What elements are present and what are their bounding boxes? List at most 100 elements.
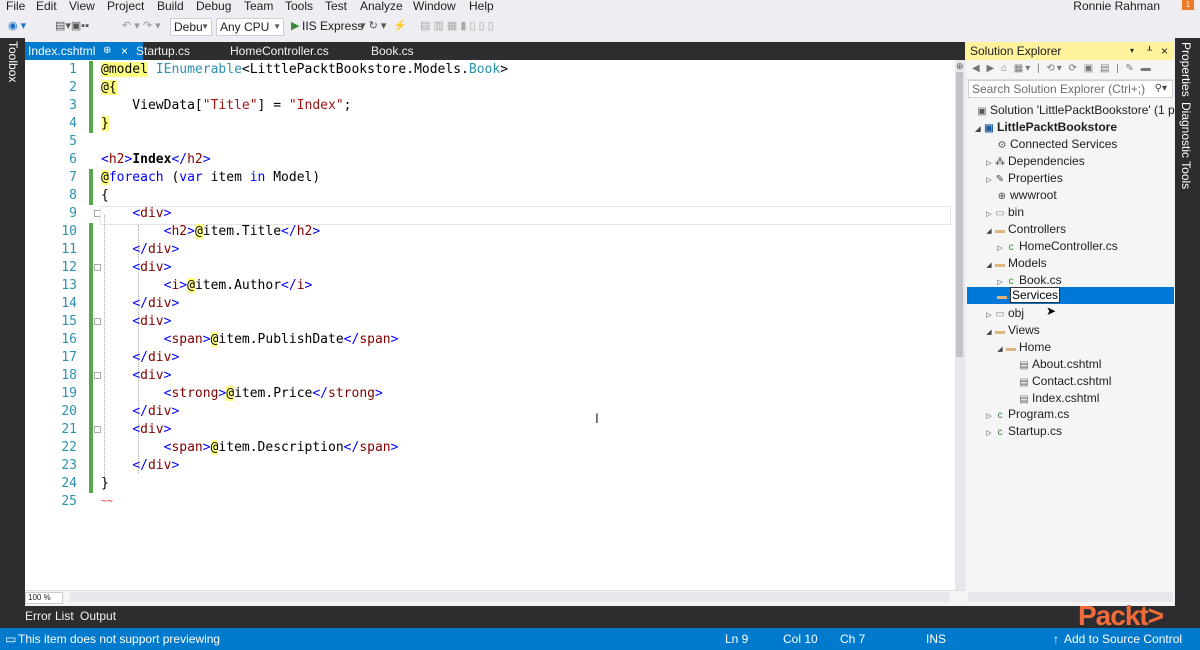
search-icon[interactable]: ⚲▾ <box>1155 81 1167 97</box>
wrench-icon: ✎ <box>995 174 1005 185</box>
node-label: Startup.cs <box>1008 424 1063 438</box>
tree-wwwroot[interactable]: ⊕ wwwroot <box>996 187 1057 204</box>
tree-properties[interactable]: ▷ ✎ Properties <box>984 170 1062 189</box>
menu-tools[interactable]: Tools <box>285 0 313 13</box>
tab-startup-cs[interactable]: Startup.cs <box>133 42 193 60</box>
tree-models[interactable]: ◢ ▬ Models <box>984 255 1046 274</box>
code-line: @model IEnumerable<LittlePacktBookstore.… <box>101 62 509 77</box>
tree-startup-cs[interactable]: ▷ c Startup.cs <box>984 423 1062 440</box>
menu-debug[interactable]: Debug <box>196 0 231 13</box>
code-line: <div> <box>132 206 172 221</box>
pin-icon[interactable]: ⊕ <box>103 42 111 60</box>
user-name[interactable]: Ronnie Rahman <box>1073 0 1160 13</box>
split-icon[interactable]: ⊕ <box>956 61 964 72</box>
line-number: 20 <box>61 404 77 419</box>
tree-obj[interactable]: ▷ ▭ obj <box>984 305 1024 322</box>
expanded-arrow-icon[interactable]: ◢ <box>973 121 983 138</box>
browser-link-icon[interactable]: ⚡ <box>393 20 407 33</box>
code-line: </div> <box>132 296 180 311</box>
properties-tab[interactable]: Properties <box>1179 42 1193 97</box>
solution-search-input[interactable]: Search Solution Explorer (Ctrl+;) ⚲▾ <box>968 80 1173 98</box>
expanded-arrow-icon[interactable]: ◢ <box>995 341 1005 358</box>
expanded-arrow-icon[interactable]: ◢ <box>984 223 994 240</box>
tree-homecontroller[interactable]: ▷ c HomeController.cs <box>995 238 1117 255</box>
zoom-select[interactable]: 100 % <box>25 592 63 604</box>
code-editor[interactable]: 1 2 3 4 5 6 7 8 9 10 11 12 13 14 15 16 17 18 19 20 21 22 23 24 2… <box>25 60 965 590</box>
configuration-select[interactable]: Debu ▼ <box>170 18 212 36</box>
tab-homecontroller-cs[interactable]: HomeController.cs <box>227 42 332 60</box>
tree-services[interactable]: ▬ Services <box>996 287 1061 304</box>
menu-help[interactable]: Help <box>469 0 494 13</box>
format-icons[interactable]: ▤ ▥ ▦ ▮ ▯ ▯ ▯ <box>420 20 494 33</box>
menu-window[interactable]: Window <box>413 0 456 13</box>
tree-contact-cshtml[interactable]: ▤ Contact.cshtml <box>1018 373 1111 390</box>
menu-project[interactable]: Project <box>107 0 144 13</box>
line-number: 17 <box>61 350 77 365</box>
tree-views[interactable]: ◢ ▬ Views <box>984 322 1040 339</box>
platform-value: Any CPU <box>220 20 270 34</box>
line-number: 13 <box>61 278 77 293</box>
node-label: Book.cs <box>1019 273 1062 287</box>
tree-connected-services[interactable]: ⚙ Connected Services <box>996 136 1118 153</box>
notification-badge[interactable]: 1 <box>1182 0 1194 10</box>
pin-icon[interactable]: ᚆ <box>1147 42 1152 60</box>
line-number: 24 <box>61 476 77 491</box>
refresh-icon[interactable]: ▾ ↻ ▾ <box>360 20 386 33</box>
code-line: <span>@item.Description</span> <box>163 440 399 455</box>
tree-project[interactable]: ◢ ▣ LittlePacktBookstore <box>973 119 1117 136</box>
menu-view[interactable]: View <box>69 0 95 13</box>
toolbox-tab[interactable]: Toolbox <box>4 41 20 101</box>
change-marker <box>89 349 93 367</box>
run-button[interactable]: IIS Express <box>302 20 363 33</box>
csharp-file-icon: c <box>997 410 1003 421</box>
tree-solution[interactable]: ▣ Solution 'LittlePacktBookstore' (1 pr <box>976 102 1178 119</box>
fold-toggle-icon[interactable] <box>94 318 101 325</box>
rename-input[interactable]: Services <box>1010 287 1061 303</box>
menu-file[interactable]: File <box>6 0 25 13</box>
chevron-down-icon[interactable]: ▾ <box>1130 42 1134 60</box>
tree-index-cshtml[interactable]: ▤ Index.cshtml <box>1018 390 1099 407</box>
fold-toggle-icon[interactable] <box>94 264 101 271</box>
line-number: 5 <box>69 134 77 149</box>
se-toolbar-icons[interactable]: ◀ ▶ ⌂ ▦▾ | ⟲▾ ⟳ ▣ ▤ | ✎ ▬ <box>972 63 1153 74</box>
menu-edit[interactable]: Edit <box>36 0 57 13</box>
back-icon[interactable]: ◉ ▾ <box>8 20 26 33</box>
editor-scroll-thumb[interactable] <box>956 72 963 357</box>
change-marker <box>89 457 93 475</box>
menu-build[interactable]: Build <box>157 0 184 13</box>
folder-outline-icon: ▭ <box>995 309 1005 320</box>
line-number: 23 <box>61 458 77 473</box>
tree-dependencies[interactable]: ▷ ⁂ Dependencies <box>984 153 1084 170</box>
dependencies-icon: ⁂ <box>995 157 1005 168</box>
toolbar: ◉ ▾ ▤▾▣▪▪ ↶ ▾ ↷ ▾ Debu ▼ Any CPU ▼ ▶ IIS E… <box>0 16 1200 38</box>
fold-toggle-icon[interactable] <box>94 426 101 433</box>
expanded-arrow-icon[interactable]: ◢ <box>984 257 994 274</box>
close-icon[interactable]: × <box>1161 42 1168 60</box>
platform-select[interactable]: Any CPU ▼ <box>216 18 284 36</box>
menu-test[interactable]: Test <box>325 0 347 13</box>
menu-analyze[interactable]: Analyze <box>360 0 403 13</box>
collapsed-arrow-icon[interactable]: ▷ <box>984 425 994 442</box>
folder-icon: ▬ <box>1006 343 1016 354</box>
tree-controllers[interactable]: ◢ ▬ Controllers <box>984 221 1066 238</box>
new-project-icon[interactable]: ▤▾▣▪▪ <box>55 20 89 33</box>
collapsed-arrow-icon[interactable]: ▷ <box>984 172 994 189</box>
tree-program-cs[interactable]: ▷ c Program.cs <box>984 406 1069 423</box>
close-icon[interactable]: × <box>121 42 128 60</box>
add-to-source-control-button[interactable]: Add to Source Control <box>1064 632 1182 646</box>
tab-output[interactable]: Output <box>80 609 116 623</box>
tab-index-cshtml[interactable]: Index.cshtml ⊕ × <box>25 42 143 60</box>
tree-home[interactable]: ◢ ▬ Home <box>995 339 1051 356</box>
tree-bin[interactable]: ▷ ▭ bin <box>984 204 1024 221</box>
fold-toggle-icon[interactable] <box>94 372 101 379</box>
play-icon[interactable]: ▶ <box>291 20 299 33</box>
tab-book-cs[interactable]: Book.cs <box>368 42 417 60</box>
status-bar: ▭ This item does not support previewing … <box>0 628 1200 650</box>
editor-horizontal-scrollbar[interactable] <box>70 592 950 602</box>
undo-icon[interactable]: ↶ ▾ ↷ ▾ <box>122 20 161 33</box>
expanded-arrow-icon[interactable]: ◢ <box>984 324 994 341</box>
tab-error-list[interactable]: Error List <box>25 609 74 623</box>
tree-about-cshtml[interactable]: ▤ About.cshtml <box>1018 356 1101 373</box>
diagnostic-tools-tab[interactable]: Diagnostic Tools <box>1179 102 1193 189</box>
menu-team[interactable]: Team <box>244 0 273 13</box>
